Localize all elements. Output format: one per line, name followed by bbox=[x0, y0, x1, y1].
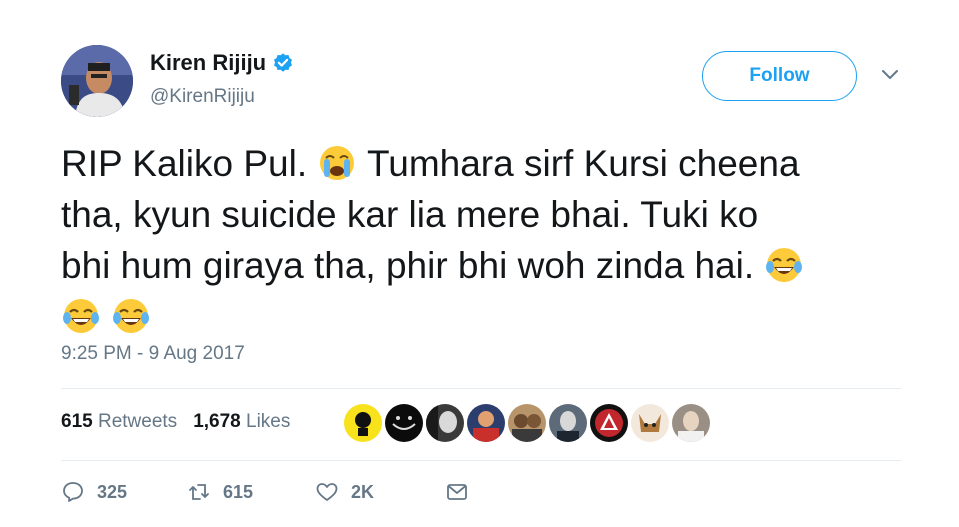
liker-avatars bbox=[344, 404, 713, 442]
retweet-button[interactable]: 615 bbox=[187, 480, 315, 504]
tweet-text: RIP Kaliko Pul. Tumhara sirf Kursi cheen… bbox=[61, 138, 911, 342]
reply-count: 325 bbox=[97, 481, 128, 502]
chevron-down-icon[interactable] bbox=[880, 68, 900, 82]
tweet-line-4 bbox=[61, 291, 911, 342]
liker-avatar[interactable] bbox=[426, 404, 464, 442]
liker-avatar[interactable] bbox=[631, 404, 669, 442]
tweet-line-1: RIP Kaliko Pul. Tumhara sirf Kursi cheen… bbox=[61, 143, 800, 184]
liker-avatar[interactable] bbox=[590, 404, 628, 442]
author-name[interactable]: Kiren Rijiju bbox=[150, 50, 266, 76]
heart-icon bbox=[316, 483, 338, 501]
author-handle[interactable]: @KirenRijiju bbox=[150, 86, 255, 108]
liker-avatar[interactable] bbox=[467, 404, 505, 442]
engagement-stats: 615 Retweets 1,678 Likes bbox=[61, 411, 306, 433]
retweet-count: 615 bbox=[223, 481, 254, 502]
reply-icon bbox=[63, 482, 83, 502]
direct-message-button[interactable] bbox=[445, 480, 481, 504]
liker-avatar[interactable] bbox=[508, 404, 546, 442]
tweet-line-3: bhi hum giraya tha, phir bhi woh zinda h… bbox=[61, 240, 911, 291]
retweet-icon bbox=[189, 484, 209, 500]
liker-avatar[interactable] bbox=[344, 404, 382, 442]
face-with-tears-of-joy-icon bbox=[63, 299, 99, 333]
like-button[interactable]: 2K bbox=[315, 480, 445, 504]
liker-avatar[interactable] bbox=[549, 404, 587, 442]
liker-avatar[interactable] bbox=[385, 404, 423, 442]
reply-button[interactable]: 325 bbox=[61, 480, 187, 504]
loudly-crying-face-icon bbox=[320, 146, 355, 180]
follow-button[interactable]: Follow bbox=[702, 51, 857, 101]
tweet-actions: 325 615 2K bbox=[61, 480, 481, 504]
verified-badge-icon bbox=[274, 53, 293, 72]
face-with-tears-of-joy-icon bbox=[766, 248, 803, 282]
tweet-line-2: tha, kyun suicide kar lia mere bhai. Tuk… bbox=[61, 194, 759, 235]
divider bbox=[61, 460, 901, 461]
face-with-tears-of-joy-icon bbox=[113, 299, 150, 333]
like-count: 2K bbox=[351, 481, 375, 502]
likes-stat[interactable]: 1,678 Likes bbox=[193, 411, 290, 433]
tweet-timestamp[interactable]: 9:25 PM - 9 Aug 2017 bbox=[61, 343, 245, 365]
divider bbox=[61, 388, 901, 389]
author-avatar[interactable] bbox=[61, 45, 133, 117]
liker-avatar[interactable] bbox=[672, 404, 710, 442]
retweets-stat[interactable]: 615 Retweets bbox=[61, 411, 177, 433]
envelope-icon bbox=[447, 484, 467, 500]
